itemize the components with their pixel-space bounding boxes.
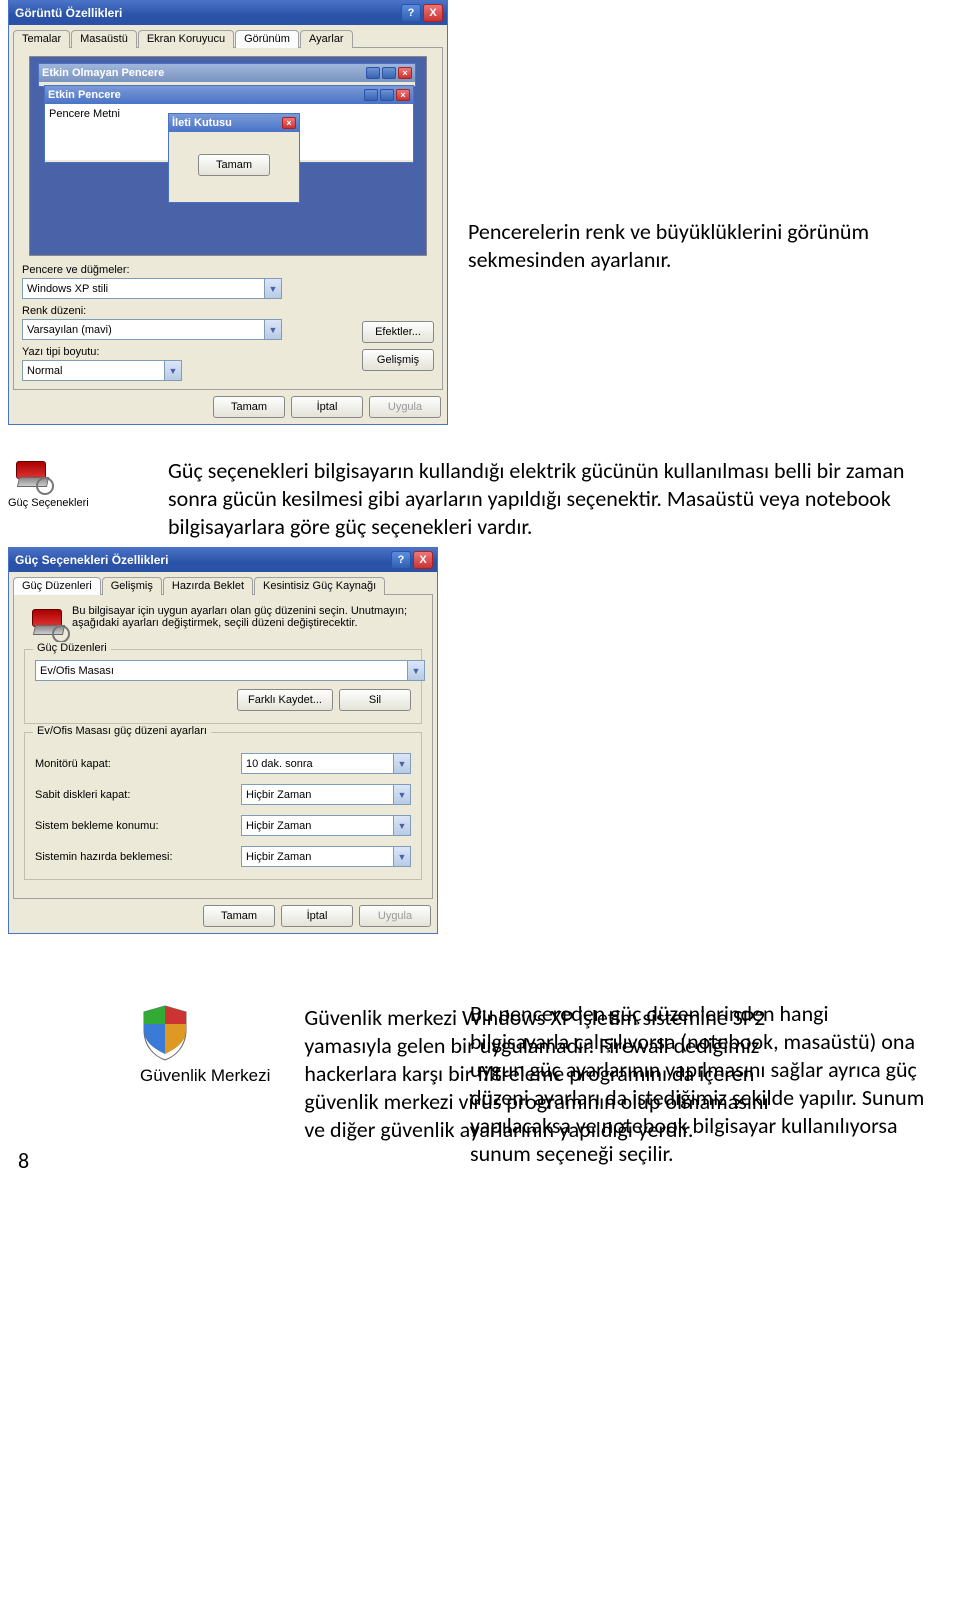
hibernate-label: Sistemin hazırda beklemesi: (35, 851, 173, 863)
close-icon: × (396, 89, 410, 101)
paragraph-power-intro: Güç seçenekleri bilgisayarın kullandığı … (168, 457, 952, 541)
display-properties-dialog: Görüntü Özellikleri ? X Temalar Masaüstü… (8, 0, 448, 425)
chevron-down-icon: ▼ (393, 816, 410, 835)
scheme-combo[interactable]: Ev/Ofis Masası ▼ (35, 660, 425, 681)
tab-body: Etkin Olmayan Pencere × Etkin Pencere × (13, 47, 443, 390)
windows-buttons-label: Pencere ve düğmeler: (22, 264, 434, 276)
cancel-button[interactable]: İptal (281, 905, 353, 927)
effects-button[interactable]: Efektler... (362, 321, 434, 343)
tabs-row: Güç Düzenleri Gelişmiş Hazırda Beklet Ke… (9, 572, 437, 594)
font-size-value: Normal (27, 365, 62, 377)
tab-power-schemes[interactable]: Güç Düzenleri (13, 577, 101, 595)
power-options-dialog: Güç Seçenekleri Özellikleri ? X Güç Düze… (8, 547, 438, 934)
advanced-button[interactable]: Gelişmiş (362, 349, 434, 371)
ok-button[interactable]: Tamam (213, 396, 285, 418)
standby-label: Sistem bekleme konumu: (35, 820, 159, 832)
maximize-icon (382, 67, 396, 79)
paragraph-power-detail: Bu pencereden güç düzenlerinden hangi bi… (470, 1000, 930, 1168)
tab-hibernate[interactable]: Hazırda Beklet (163, 577, 253, 595)
windows-buttons-combo[interactable]: Windows XP stili ▼ (22, 278, 282, 299)
appearance-preview: Etkin Olmayan Pencere × Etkin Pencere × (29, 56, 427, 256)
monitor-off-combo[interactable]: 10 dak. sonra ▼ (241, 753, 411, 774)
color-scheme-label: Renk düzeni: (22, 305, 434, 317)
tab-themes[interactable]: Temalar (13, 30, 70, 48)
chevron-down-icon: ▼ (164, 361, 181, 380)
preview-inactive-window: Etkin Olmayan Pencere × (38, 63, 416, 87)
power-icon-label: Güç Seçenekleri (8, 497, 148, 509)
delete-button[interactable]: Sil (339, 689, 411, 711)
chevron-down-icon: ▼ (393, 847, 410, 866)
paragraph-display: Pencerelerin renk ve büyüklüklerini görü… (468, 218, 908, 274)
hdd-off-value: Hiçbir Zaman (246, 789, 311, 801)
chevron-down-icon: ▼ (393, 754, 410, 773)
maximize-icon (380, 89, 394, 101)
chevron-down-icon: ▼ (264, 320, 281, 339)
tab-screensaver[interactable]: Ekran Koruyucu (138, 30, 234, 48)
preview-msgbox-title: İleti Kutusu (172, 117, 232, 129)
tab-desktop[interactable]: Masaüstü (71, 30, 137, 48)
monitor-off-label: Monitörü kapat: (35, 758, 111, 770)
preview-active-title: Etkin Pencere (48, 89, 121, 101)
page-number: 8 (18, 1147, 29, 1174)
font-size-combo[interactable]: Normal ▼ (22, 360, 182, 381)
tab-advanced[interactable]: Gelişmiş (102, 577, 162, 595)
close-icon: × (282, 117, 296, 129)
color-scheme-combo[interactable]: Varsayılan (mavi) ▼ (22, 319, 282, 340)
windows-buttons-value: Windows XP stili (27, 283, 108, 295)
security-icon-label: Güvenlik Merkezi (140, 1066, 270, 1086)
dialog-title: Görüntü Özellikleri (15, 6, 122, 20)
hibernate-combo[interactable]: Hiçbir Zaman ▼ (241, 846, 411, 867)
chevron-down-icon: ▼ (407, 661, 424, 680)
settings-legend: Ev/Ofis Masası güç düzeni ayarları (33, 725, 211, 737)
standby-value: Hiçbir Zaman (246, 820, 311, 832)
preview-inactive-title: Etkin Olmayan Pencere (42, 67, 164, 79)
close-icon: × (398, 67, 412, 79)
tabs-row: Temalar Masaüstü Ekran Koruyucu Görünüm … (9, 25, 447, 47)
apply-button[interactable]: Uygula (359, 905, 431, 927)
preview-body-text: Pencere Metni (49, 108, 120, 120)
cancel-button[interactable]: İptal (291, 396, 363, 418)
titlebar[interactable]: Güç Seçenekleri Özellikleri ? X (9, 548, 437, 572)
scheme-legend: Güç Düzenleri (33, 642, 111, 654)
titlebar[interactable]: Görüntü Özellikleri ? X (9, 1, 447, 25)
scheme-fieldset: Güç Düzenleri Ev/Ofis Masası ▼ Farklı Ka… (24, 649, 422, 724)
close-icon[interactable]: X (423, 4, 443, 22)
scheme-value: Ev/Ofis Masası (40, 665, 114, 677)
minimize-icon (366, 67, 380, 79)
help-icon[interactable]: ? (401, 4, 421, 22)
battery-plug-icon (8, 457, 58, 497)
minimize-icon (364, 89, 378, 101)
battery-plug-icon (24, 605, 62, 639)
help-icon[interactable]: ? (391, 551, 411, 569)
tab-ups[interactable]: Kesintisiz Güç Kaynağı (254, 577, 385, 595)
settings-fieldset: Ev/Ofis Masası güç düzeni ayarları Monit… (24, 732, 422, 880)
hdd-off-combo[interactable]: Hiçbir Zaman ▼ (241, 784, 411, 805)
tab-body: Bu bilgisayar için uygun ayarları olan g… (13, 594, 433, 899)
save-as-button[interactable]: Farklı Kaydet... (237, 689, 333, 711)
shield-icon (140, 1004, 190, 1062)
preview-msgbox-ok: Tamam (198, 154, 270, 176)
hibernate-value: Hiçbir Zaman (246, 851, 311, 863)
power-dialog-message: Bu bilgisayar için uygun ayarları olan g… (72, 605, 422, 639)
dialog-title: Güç Seçenekleri Özellikleri (15, 553, 168, 567)
chevron-down-icon: ▼ (393, 785, 410, 804)
apply-button[interactable]: Uygula (369, 396, 441, 418)
hdd-off-label: Sabit diskleri kapat: (35, 789, 130, 801)
color-scheme-value: Varsayılan (mavi) (27, 324, 112, 336)
tab-appearance[interactable]: Görünüm (235, 30, 299, 48)
close-icon[interactable]: X (413, 551, 433, 569)
tab-settings[interactable]: Ayarlar (300, 30, 353, 48)
ok-button[interactable]: Tamam (203, 905, 275, 927)
preview-messagebox: İleti Kutusu × Tamam (168, 113, 300, 203)
monitor-off-value: 10 dak. sonra (246, 758, 313, 770)
chevron-down-icon: ▼ (264, 279, 281, 298)
standby-combo[interactable]: Hiçbir Zaman ▼ (241, 815, 411, 836)
